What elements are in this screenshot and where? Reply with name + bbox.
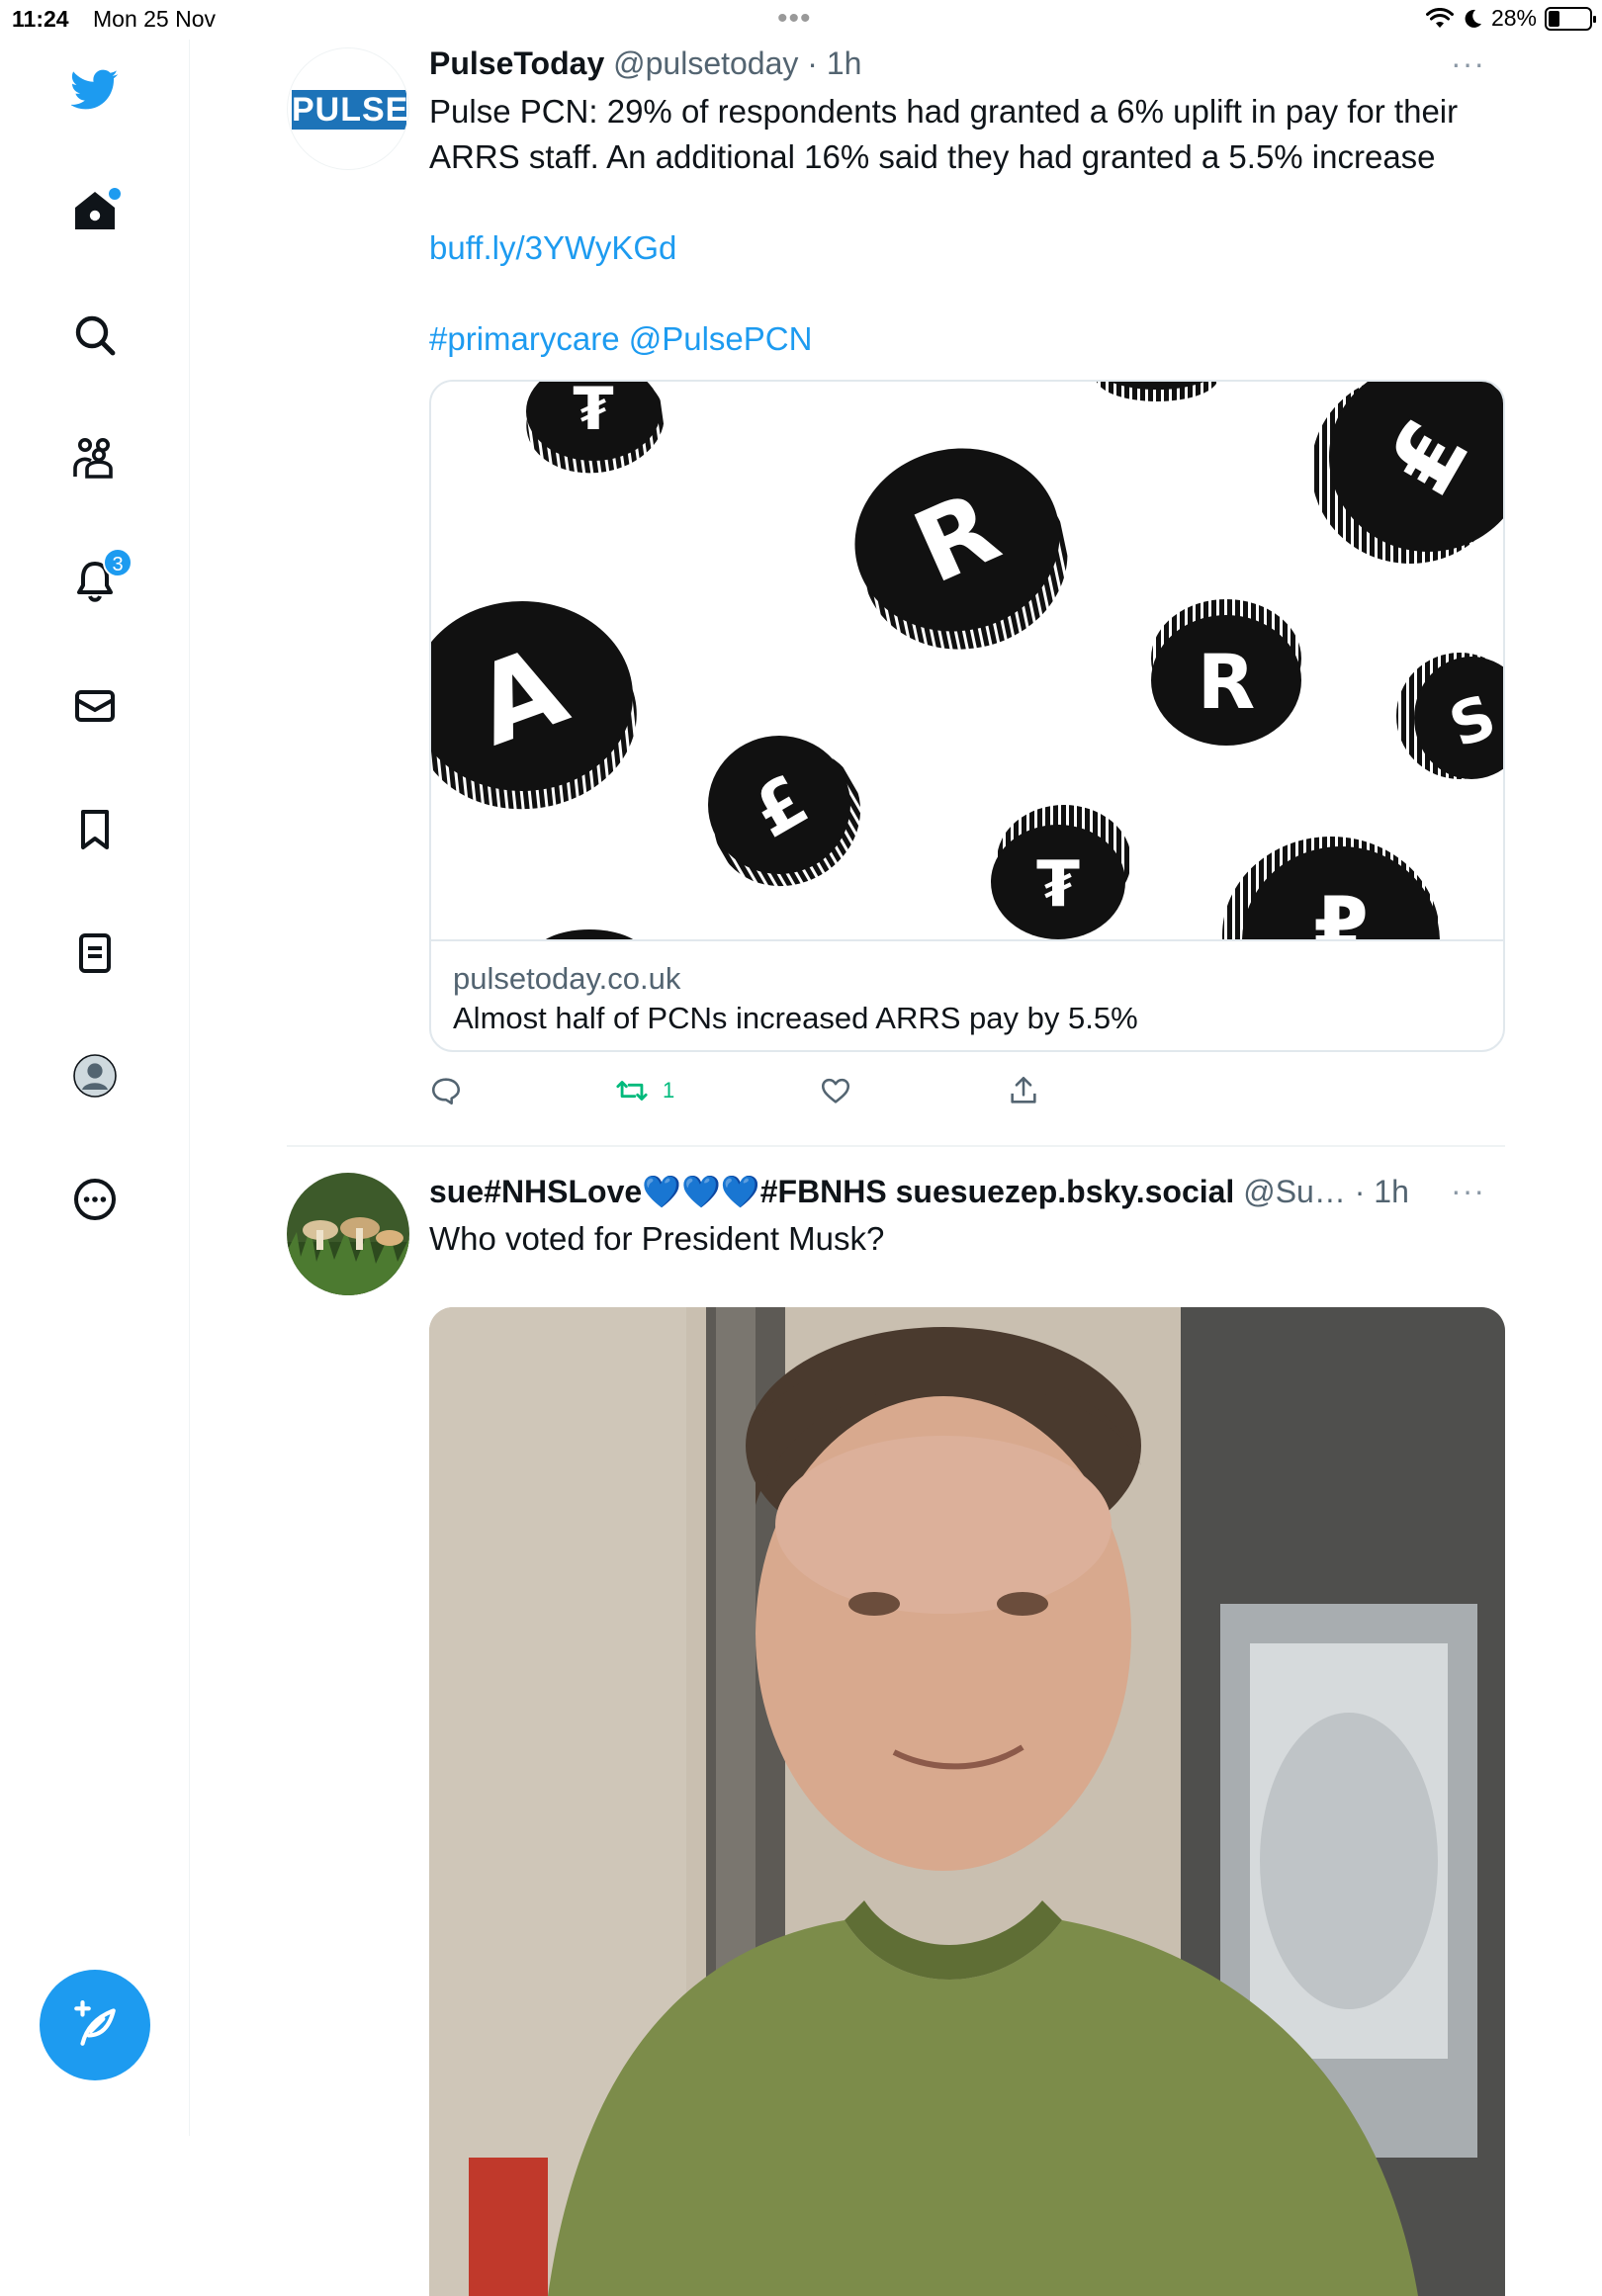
tweet-content: PulseToday @pulsetoday · 1h ··· Pulse PC… — [429, 45, 1505, 1105]
status-bar: 11:24 Mon 25 Nov ••• 28% — [0, 0, 1602, 40]
coin-3: A — [431, 601, 637, 810]
reply-icon — [431, 1078, 461, 1105]
author-name[interactable]: sue#NHSLove💙💙💙#FBNHS suesuezep.bsky.soci… — [429, 1174, 1234, 1209]
notifications-badge: 3 — [103, 548, 133, 577]
home-unread-dot — [109, 188, 121, 200]
card-image-coins: ₮ R A £ R ₮ S ₤ ₽ — [431, 382, 1503, 941]
tweet-link[interactable]: buff.ly/3YWyKGd — [429, 225, 1505, 271]
tweet-pulsetoday[interactable]: PULSE PulseToday @pulsetoday · 1h ··· Pu… — [287, 45, 1505, 1123]
messages-icon[interactable] — [59, 670, 131, 742]
tweet-divider — [287, 1145, 1505, 1147]
coin-2: R — [854, 448, 1068, 650]
tweet-time[interactable]: 1h — [827, 45, 862, 81]
author-handle[interactable]: @pulsetoday — [613, 45, 798, 81]
status-indicators: 28% — [1425, 5, 1596, 32]
like-button[interactable] — [819, 1074, 852, 1107]
coin-6: ₮ — [991, 805, 1131, 939]
avatar-pulsetoday[interactable]: PULSE — [287, 47, 409, 170]
separator: · — [1345, 1174, 1375, 1209]
twitter-logo-icon[interactable] — [59, 53, 131, 125]
retweet-icon — [616, 1081, 648, 1101]
coin-9: ₽ — [1222, 837, 1440, 941]
tweet-time[interactable]: 1h — [1374, 1174, 1409, 1209]
tweet-more-button[interactable]: ··· — [1451, 1173, 1485, 1209]
notifications-icon[interactable]: 3 — [59, 546, 133, 617]
retweet-button[interactable]: 1 — [615, 1074, 674, 1107]
link-preview-card[interactable]: ₮ R A £ R ₮ S ₤ ₽ pulsetoday.co.uk Almos… — [429, 380, 1505, 1052]
pulse-logo: PULSE — [292, 90, 409, 130]
bookmarks-icon[interactable] — [59, 794, 131, 865]
lists-icon[interactable] — [59, 918, 131, 989]
coin-label-9: ₽ — [1313, 880, 1369, 941]
share-icon — [1011, 1076, 1036, 1104]
coin-1: ₮ — [526, 382, 665, 474]
tweet-text-line: Pulse PCN: 29% of respondents had grante… — [429, 93, 1459, 130]
card-title: Almost half of PCNs increased ARRS pay b… — [453, 1001, 1138, 1035]
retweet-count: 1 — [663, 1078, 675, 1103]
home-icon[interactable] — [59, 176, 131, 247]
tweet-sue[interactable]: sue#NHSLove💙💙💙#FBNHS suesuezep.bsky.soci… — [287, 1173, 1505, 2296]
multitasking-dots[interactable]: ••• — [777, 2, 812, 36]
tweet-header: PulseToday @pulsetoday · 1h — [429, 45, 1505, 89]
mention-link[interactable]: @PulsePCN — [629, 320, 813, 357]
tweet-text: Pulse PCN: 29% of respondents had grante… — [429, 89, 1505, 362]
wifi-icon — [1425, 7, 1454, 28]
author-name[interactable]: PulseToday — [429, 45, 604, 81]
sidebar-nav: 3 — [0, 40, 190, 2136]
tweet-actions: 1 — [429, 1074, 1121, 1113]
heart-icon — [821, 1078, 850, 1104]
tweet-text: Who voted for President Musk? — [429, 1220, 885, 1257]
coin-4: £ — [708, 736, 861, 887]
hashtag-link[interactable]: #primarycare — [429, 320, 620, 357]
coin-5: R — [1151, 599, 1301, 746]
battery-fill — [1549, 10, 1559, 27]
status-time: 11:24 — [12, 6, 69, 32]
coin-7: S — [1396, 653, 1503, 779]
moon-icon — [1465, 9, 1481, 28]
more-options-icon[interactable] — [59, 1164, 131, 1235]
separator: · — [798, 45, 827, 81]
profile-avatar-icon[interactable] — [59, 1040, 131, 1111]
avatar-sue[interactable] — [287, 1173, 409, 1295]
tweet-content: sue#NHSLove💙💙💙#FBNHS suesuezep.bsky.soci… — [429, 1173, 1505, 1262]
battery-icon — [1545, 6, 1596, 31]
battery-percent: 28% — [1490, 5, 1537, 31]
compose-tweet-button[interactable] — [40, 1970, 150, 2080]
coins-illustration: ₮ R A £ R ₮ S ₤ ₽ — [431, 382, 1503, 941]
tweet-text-line: ARRS staff. An additional 16% said they … — [429, 138, 1436, 175]
avatar-mushroom-image — [287, 1173, 409, 1295]
author-handle[interactable]: @Su… — [1243, 1174, 1346, 1209]
reply-button[interactable] — [429, 1074, 463, 1107]
coin-label-1: ₮ — [573, 382, 614, 444]
tweet-photo[interactable] — [429, 1307, 1505, 2296]
tweet-more-button[interactable]: ··· — [1451, 45, 1485, 82]
tweet-header: sue#NHSLove💙💙💙#FBNHS suesuezep.bsky.soci… — [429, 1173, 1428, 1216]
coin-label-6: ₮ — [1036, 848, 1081, 922]
card-domain: pulsetoday.co.uk — [453, 961, 681, 996]
compose-feather-icon — [74, 2000, 116, 2046]
share-button[interactable] — [1007, 1074, 1040, 1107]
coin-8: ₤ — [1311, 382, 1503, 564]
coin-label-5: R — [1198, 638, 1256, 726]
search-icon[interactable] — [59, 300, 131, 371]
communities-icon[interactable] — [59, 423, 131, 494]
status-date: Mon 25 Nov — [93, 6, 217, 32]
photo-man-portrait — [429, 1307, 1505, 2296]
